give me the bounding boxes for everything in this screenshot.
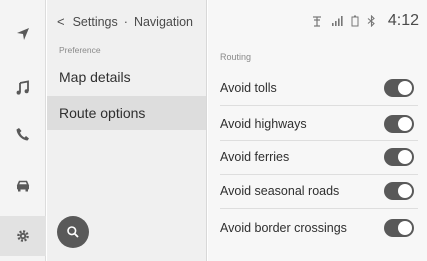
breadcrumb-settings[interactable]: Settings (73, 15, 118, 29)
option-row-avoid-seasonal-roads[interactable]: Avoid seasonal roads (208, 173, 427, 208)
status-bar: 4:12 (311, 12, 419, 30)
avoid-border-crossings-toggle[interactable] (384, 218, 414, 237)
car-icon[interactable] (0, 166, 46, 206)
music-note-icon[interactable] (0, 68, 46, 108)
sidebar-item-label: Map details (59, 69, 131, 85)
toggle-knob (398, 220, 412, 235)
sidebar-item-label: Route options (59, 105, 146, 121)
sidebar-item-map-details[interactable]: Map details (47, 60, 206, 94)
option-row-avoid-ferries[interactable]: Avoid ferries (208, 139, 427, 174)
option-label: Avoid highways (220, 116, 307, 131)
option-row-avoid-highways[interactable]: Avoid highways (208, 106, 427, 141)
breadcrumb: < Settings · Navigation (57, 14, 193, 29)
preference-section-label: Preference (59, 45, 101, 55)
option-label: Avoid tolls (220, 80, 277, 95)
clock-time: 4:12 (387, 12, 419, 29)
routing-section-label: Routing (220, 52, 252, 62)
settings-menu-panel: < Settings · Navigation Preference Map d… (47, 0, 207, 261)
settings-screen: < Settings · Navigation Preference Map d… (0, 0, 427, 261)
toggle-knob (398, 80, 412, 95)
sidebar-item-route-options[interactable]: Route options (47, 96, 206, 130)
divider (220, 208, 418, 209)
search-icon (67, 226, 79, 238)
option-row-avoid-border-crossings[interactable]: Avoid border crossings (208, 210, 427, 245)
avoid-highways-toggle[interactable] (384, 114, 414, 133)
battery-icon (351, 15, 359, 27)
toggle-knob (398, 183, 412, 198)
option-label: Avoid border crossings (220, 220, 347, 235)
avoid-seasonal-roads-toggle[interactable] (384, 181, 414, 200)
gear-icon[interactable] (0, 216, 46, 256)
signal-bars-icon (331, 16, 343, 26)
gps-antenna-icon (312, 16, 321, 27)
avoid-ferries-toggle[interactable] (384, 147, 414, 166)
search-button[interactable] (57, 216, 89, 248)
chevron-left-icon[interactable]: < (57, 14, 65, 29)
phone-icon[interactable] (0, 114, 46, 154)
toggle-knob (398, 116, 412, 131)
option-label: Avoid ferries (220, 149, 290, 164)
route-options-panel: 4:12 Routing Avoid tolls Avoid highways … (208, 0, 427, 261)
breadcrumb-navigation: Navigation (133, 14, 194, 29)
navigation-arrow-icon[interactable] (0, 14, 46, 54)
option-row-avoid-tolls[interactable]: Avoid tolls (208, 70, 427, 105)
avoid-tolls-toggle[interactable] (384, 78, 414, 97)
breadcrumb-separator: · (123, 14, 128, 29)
toggle-knob (398, 149, 412, 164)
app-rail (0, 0, 46, 261)
option-label: Avoid seasonal roads (220, 183, 340, 198)
bluetooth-icon (367, 15, 375, 27)
